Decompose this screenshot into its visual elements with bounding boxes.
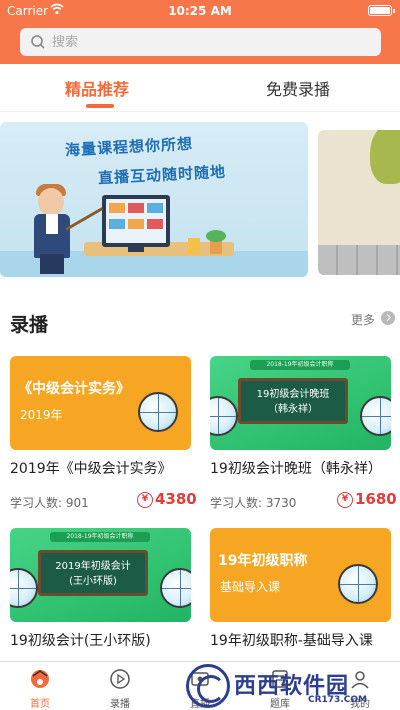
globe-icon bbox=[210, 396, 238, 436]
header-bar: Carrier 10:25 AM bbox=[0, 0, 400, 64]
course-price: 4380 bbox=[155, 490, 197, 508]
tab-free-recorded[interactable]: 免费录播 bbox=[266, 76, 330, 100]
thumbnail-header: 2018-19年初级会计职称 bbox=[250, 360, 350, 370]
chalkboard-line-1: 19初级会计晚班 bbox=[256, 389, 330, 400]
globe-icon bbox=[138, 392, 178, 432]
thumbnail-title: 19年初级职称 bbox=[218, 553, 308, 569]
battery-icon bbox=[368, 5, 395, 16]
course-thumbnail[interactable]: 2018-19年初级会计职称 2019年初级会计 (王小环版) bbox=[10, 528, 191, 622]
tab-label: 录播 bbox=[110, 699, 130, 710]
active-tab-indicator bbox=[86, 104, 114, 108]
watermark-logo-icon bbox=[186, 664, 230, 708]
course-title[interactable]: 19初级会计(王小环版) bbox=[10, 630, 200, 650]
learner-count: 学习人数: 901 bbox=[10, 496, 89, 510]
globe-icon bbox=[360, 396, 391, 436]
chalkboard: 2019年初级会计 (王小环版) bbox=[38, 550, 148, 596]
tab-home[interactable]: 首页 bbox=[0, 662, 80, 710]
watermark: 西西软件园 CR173.COM bbox=[186, 664, 382, 708]
chalkboard: 19初级会计晚班 （韩永祥） bbox=[238, 378, 348, 424]
banner-headline-2: 直播互动随时随地 bbox=[97, 162, 227, 188]
chalkboard-line-2: (王小环版) bbox=[69, 576, 117, 587]
tab-label: 首页 bbox=[30, 699, 50, 710]
search-icon bbox=[31, 35, 45, 49]
globe-icon bbox=[10, 568, 38, 608]
thumbnail-subtitle: 基础导入课 bbox=[220, 580, 281, 594]
monitor-stand bbox=[128, 246, 144, 252]
watermark-url: CR173.COM bbox=[308, 695, 367, 705]
chalkboard-line-1: 2019年初级会计 bbox=[55, 561, 131, 572]
globe-icon bbox=[160, 568, 191, 608]
section-title: 录播 bbox=[10, 314, 49, 336]
chevron-right-icon[interactable] bbox=[381, 311, 395, 325]
chalkboard-line-2: （韩永祥） bbox=[268, 404, 318, 415]
thumbnail-subtitle: 2019年 bbox=[20, 408, 63, 422]
thumbnail-title: 《中级会计实务》 bbox=[18, 381, 130, 397]
course-title[interactable]: 19初级会计晚班（韩永祥） bbox=[210, 458, 400, 478]
search-input[interactable] bbox=[52, 32, 362, 52]
learner-count: 学习人数: 3730 bbox=[210, 496, 297, 510]
course-title[interactable]: 19年初级职称-基础导入课 bbox=[210, 630, 400, 650]
tab-featured[interactable]: 精品推荐 bbox=[65, 76, 129, 100]
course-thumbnail[interactable]: 2018-19年初级会计职称 19初级会计晚班 （韩永祥） bbox=[210, 356, 391, 450]
thumbnail-header: 2018-19年初级会计职称 bbox=[50, 532, 150, 542]
category-tabs: 精品推荐 免费录播 bbox=[0, 64, 400, 112]
play-icon bbox=[110, 669, 130, 689]
status-bar: Carrier 10:25 AM bbox=[0, 0, 400, 22]
course-title[interactable]: 2019年《中级会计实务》 bbox=[10, 458, 200, 478]
search-bar[interactable] bbox=[20, 28, 381, 56]
monitor-illustration bbox=[102, 195, 170, 247]
price-icon: ¥ bbox=[337, 492, 353, 508]
course-thumbnail[interactable]: 19年初级职称 基础导入课 bbox=[210, 528, 391, 622]
course-price: 1680 bbox=[355, 490, 397, 508]
banner-headline-1: 海量课程想你所想 bbox=[64, 134, 194, 160]
status-time: 10:25 AM bbox=[168, 4, 232, 18]
tab-recorded[interactable]: 录播 bbox=[80, 662, 160, 710]
globe-icon bbox=[338, 564, 378, 604]
price-icon: ¥ bbox=[137, 492, 153, 508]
more-link[interactable]: 更多 bbox=[351, 311, 375, 328]
course-thumbnail[interactable]: 《中级会计实务》 2019年 bbox=[10, 356, 191, 450]
promo-banner-next[interactable] bbox=[318, 130, 400, 275]
home-icon bbox=[31, 670, 49, 688]
